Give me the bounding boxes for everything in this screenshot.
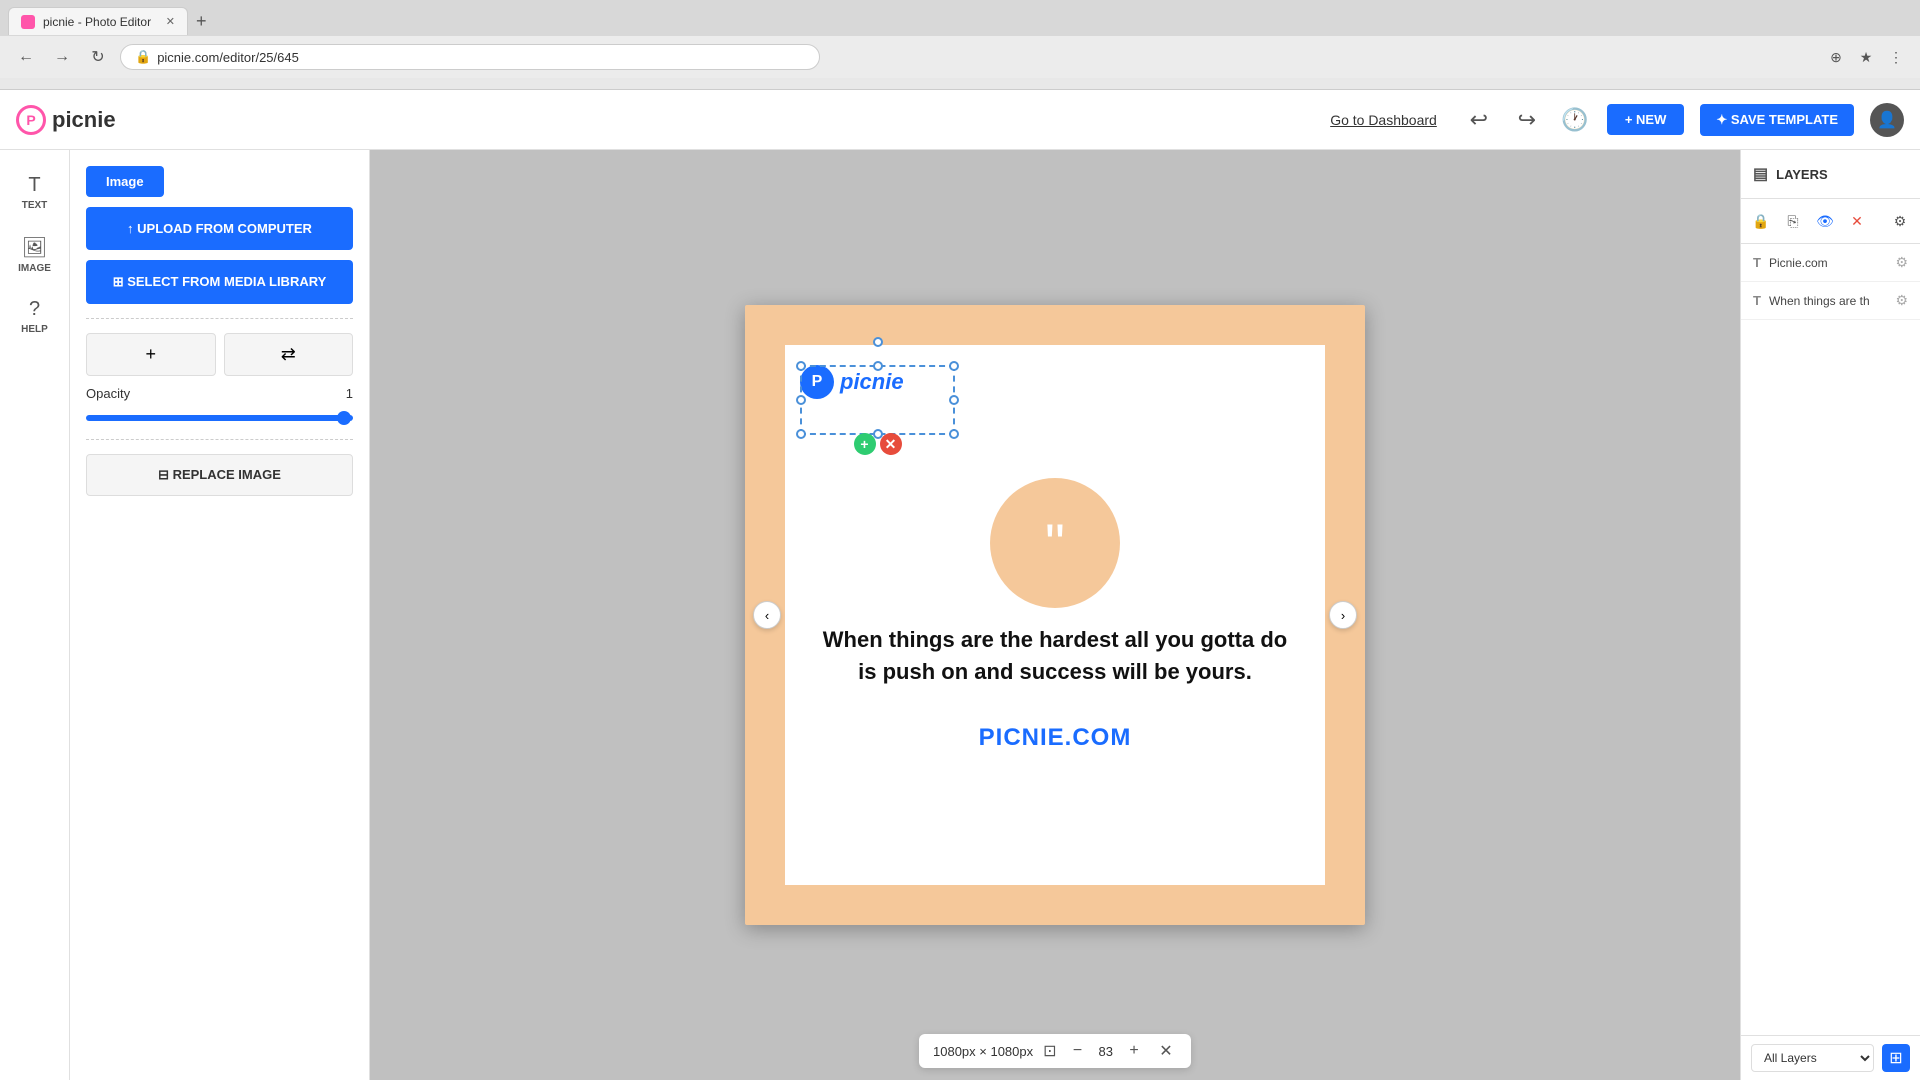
logo-text: picnie <box>52 107 116 133</box>
layer-1-name: Picnie.com <box>1769 256 1887 270</box>
new-button[interactable]: + NEW <box>1607 104 1685 135</box>
all-layers-select[interactable]: All Layers <box>1751 1044 1874 1072</box>
zoom-in-button[interactable]: + <box>1123 1040 1145 1062</box>
go-to-dashboard-button[interactable]: Go to Dashboard <box>1320 106 1447 134</box>
canvas-logo-text: picnie <box>840 369 904 395</box>
collapse-right-button[interactable]: › <box>1329 601 1357 629</box>
zoom-level: 83 <box>1099 1044 1113 1059</box>
layers-header: ▤ LAYERS <box>1741 150 1920 199</box>
opacity-label: Opacity <box>86 386 130 401</box>
canvas-dimensions: 1080px × 1080px <box>933 1044 1033 1059</box>
fit-to-screen-button[interactable]: ⊡ <box>1043 1041 1056 1061</box>
lock-icon: 🔒 <box>135 49 151 65</box>
save-template-button[interactable]: ✦ SAVE TEMPLATE <box>1700 104 1854 136</box>
refresh-button[interactable]: ↻ <box>84 43 112 71</box>
slider-thumb <box>337 411 351 425</box>
brand-url: PICNIE.COM <box>979 724 1132 752</box>
delete-layer-button[interactable]: ✕ <box>1843 207 1871 235</box>
canvas-container: " When things are the hardest all you go… <box>745 305 1365 925</box>
back-button[interactable]: ← <box>12 43 40 71</box>
opacity-value: 1 <box>346 386 353 401</box>
quote-marks-icon: " <box>1045 511 1065 576</box>
layer-2-name: When things are th <box>1769 294 1887 308</box>
adjust-btn-1[interactable]: + <box>86 333 216 376</box>
image-tab-button[interactable]: Image <box>86 166 164 197</box>
settings-layer-button[interactable]: ⚙ <box>1886 207 1914 235</box>
browser-bookmark-icon[interactable]: ★ <box>1854 45 1878 69</box>
layers-title: LAYERS <box>1776 167 1828 182</box>
left-panel: Image ↑ UPLOAD FROM COMPUTER ⊞ SELECT FR… <box>70 150 370 1080</box>
tab-close-btn[interactable]: ✕ <box>166 15 175 28</box>
canvas-logo: P picnie <box>800 365 955 399</box>
layer-type-text-icon: T <box>1753 255 1761 270</box>
app-logo: P picnie <box>16 105 116 135</box>
opacity-slider[interactable] <box>86 415 353 421</box>
zoom-out-button[interactable]: − <box>1067 1040 1089 1062</box>
zoom-reset-button[interactable]: ✕ <box>1155 1040 1177 1062</box>
help-tool[interactable]: ? HELP <box>6 290 64 343</box>
copy-layer-button[interactable]: ⎘ <box>1779 207 1807 235</box>
help-tool-label: HELP <box>21 324 48 335</box>
browser-extension-icon[interactable]: ⊕ <box>1824 45 1848 69</box>
text-tool[interactable]: T TEXT <box>6 166 64 219</box>
undo-button[interactable]: ↩ <box>1463 104 1495 136</box>
add-element-button[interactable]: + <box>854 433 876 455</box>
quote-icon-circle: " <box>990 478 1120 608</box>
layer-item-2[interactable]: T When things are th ⚙ <box>1741 282 1920 320</box>
browser-menu-icon[interactable]: ⋮ <box>1884 45 1908 69</box>
address-bar[interactable]: 🔒 picnie.com/editor/25/645 <box>120 44 820 70</box>
history-button[interactable]: 🕐 <box>1559 104 1591 136</box>
new-tab-button[interactable]: + <box>188 11 215 32</box>
status-bar: 1080px × 1080px ⊡ − 83 + ✕ <box>919 1034 1191 1068</box>
layer-type-text-icon-2: T <box>1753 293 1761 308</box>
eye-layer-button[interactable]: 👁 <box>1811 207 1839 235</box>
divider-2 <box>86 439 353 440</box>
redo-button[interactable]: ↪ <box>1511 104 1543 136</box>
remove-element-button[interactable]: ✕ <box>880 433 902 455</box>
add-layer-button[interactable]: ⊞ <box>1882 1044 1910 1072</box>
tab-favicon <box>21 15 35 29</box>
quote-text: When things are the hardest all you gott… <box>785 624 1325 688</box>
image-tool-label: IMAGE <box>18 263 51 274</box>
lock-layer-button[interactable]: 🔒 <box>1747 207 1775 235</box>
adjust-btn-2[interactable]: ⇄ <box>224 333 354 376</box>
selection-action-buttons: + ✕ <box>854 433 902 455</box>
logo-icon: P <box>16 105 46 135</box>
logo-on-canvas[interactable]: P picnie <box>800 365 955 435</box>
text-tool-label: TEXT <box>22 200 48 211</box>
image-tool[interactable]: 🖼 IMAGE <box>6 227 64 282</box>
collapse-left-button[interactable]: ‹ <box>753 601 781 629</box>
upload-from-computer-button[interactable]: ↑ UPLOAD FROM COMPUTER <box>86 207 353 250</box>
layers-toolbar: 🔒 ⎘ 👁 ✕ ⚙ <box>1741 199 1920 244</box>
replace-image-button[interactable]: ⊟ REPLACE IMAGE <box>86 454 353 496</box>
image-icon: 🖼 <box>22 235 47 260</box>
layer-1-settings-button[interactable]: ⚙ <box>1895 254 1908 271</box>
browser-tab[interactable]: picnie - Photo Editor ✕ <box>8 7 188 35</box>
canvas-logo-circle: P <box>800 365 834 399</box>
select-from-media-library-button[interactable]: ⊞ SELECT FROM MEDIA LIBRARY <box>86 260 353 304</box>
left-toolbar: T TEXT 🖼 IMAGE ? HELP <box>0 150 70 1080</box>
canvas-area: " When things are the hardest all you go… <box>370 150 1740 1080</box>
tab-title: picnie - Photo Editor <box>43 15 151 29</box>
user-avatar[interactable]: 👤 <box>1870 103 1904 137</box>
layers-footer: All Layers ⊞ <box>1741 1035 1920 1080</box>
help-icon: ? <box>29 298 40 321</box>
forward-button[interactable]: → <box>48 43 76 71</box>
url-text: picnie.com/editor/25/645 <box>157 50 299 65</box>
divider <box>86 318 353 319</box>
app-header: P picnie Go to Dashboard ↩ ↪ 🕐 + NEW ✦ S… <box>0 90 1920 150</box>
canvas-background[interactable]: " When things are the hardest all you go… <box>745 305 1365 925</box>
layers-icon: ▤ <box>1753 164 1768 184</box>
text-icon: T <box>28 174 40 197</box>
layer-2-settings-button[interactable]: ⚙ <box>1895 292 1908 309</box>
layer-item-1[interactable]: T Picnie.com ⚙ <box>1741 244 1920 282</box>
layers-panel: ▤ LAYERS 🔒 ⎘ 👁 ✕ ⚙ T Picnie.com ⚙ T When… <box>1740 150 1920 1080</box>
